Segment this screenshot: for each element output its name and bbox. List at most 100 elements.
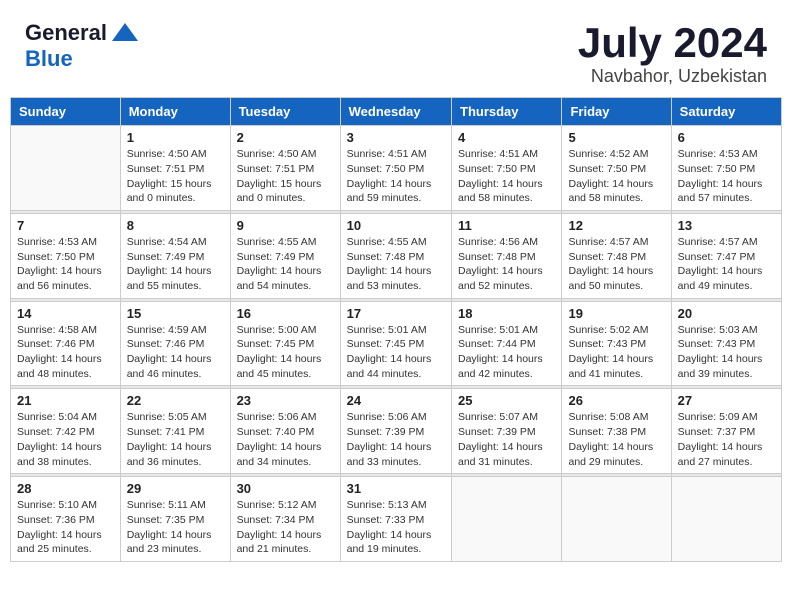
day-info: Sunrise: 5:08 AMSunset: 7:38 PMDaylight:… xyxy=(568,410,664,469)
calendar-week-row: 7 Sunrise: 4:53 AMSunset: 7:50 PMDaylight… xyxy=(11,213,782,298)
day-number: 17 xyxy=(347,306,445,321)
logo: General Blue xyxy=(25,20,140,72)
day-info: Sunrise: 4:53 AMSunset: 7:50 PMDaylight:… xyxy=(17,235,114,294)
weekday-header: Friday xyxy=(562,98,671,126)
day-info: Sunrise: 4:55 AMSunset: 7:48 PMDaylight:… xyxy=(347,235,445,294)
day-info: Sunrise: 5:05 AMSunset: 7:41 PMDaylight:… xyxy=(127,410,224,469)
day-number: 30 xyxy=(237,481,334,496)
day-number: 18 xyxy=(458,306,555,321)
calendar-cell: 7 Sunrise: 4:53 AMSunset: 7:50 PMDaylight… xyxy=(11,213,121,298)
calendar-cell: 4Sunrise: 4:51 AMSunset: 7:50 PMDaylight… xyxy=(452,126,562,211)
day-number: 14 xyxy=(17,306,114,321)
day-info: Sunrise: 4:51 AMSunset: 7:50 PMDaylight:… xyxy=(458,147,555,206)
calendar-cell: 22 Sunrise: 5:05 AMSunset: 7:41 PMDayligh… xyxy=(120,389,230,474)
day-number: 1 xyxy=(127,130,224,145)
calendar-week-row: 14 Sunrise: 4:58 AMSunset: 7:46 PMDayligh… xyxy=(11,301,782,386)
calendar-cell: 5 Sunrise: 4:52 AMSunset: 7:50 PMDaylight… xyxy=(562,126,671,211)
day-info: Sunrise: 5:11 AMSunset: 7:35 PMDaylight:… xyxy=(127,498,224,557)
calendar-week-row: 28 Sunrise: 5:10 AMSunset: 7:36 PMDayligh… xyxy=(11,477,782,562)
weekday-header: Tuesday xyxy=(230,98,340,126)
calendar-cell: 14 Sunrise: 4:58 AMSunset: 7:46 PMDayligh… xyxy=(11,301,121,386)
calendar-cell: 30 Sunrise: 5:12 AMSunset: 7:34 PMDayligh… xyxy=(230,477,340,562)
month-title: July 2024 xyxy=(578,20,767,66)
day-info: Sunrise: 5:01 AMSunset: 7:44 PMDaylight:… xyxy=(458,323,555,382)
day-number: 8 xyxy=(127,218,224,233)
calendar-week-row: 1 Sunrise: 4:50 AMSunset: 7:51 PMDaylight… xyxy=(11,126,782,211)
day-info: Sunrise: 4:50 AMSunset: 7:51 PMDaylight:… xyxy=(237,147,334,206)
day-number: 23 xyxy=(237,393,334,408)
calendar-cell: 9 Sunrise: 4:55 AMSunset: 7:49 PMDaylight… xyxy=(230,213,340,298)
day-info: Sunrise: 4:58 AMSunset: 7:46 PMDaylight:… xyxy=(17,323,114,382)
calendar-cell: 29Sunrise: 5:11 AMSunset: 7:35 PMDayligh… xyxy=(120,477,230,562)
day-number: 25 xyxy=(458,393,555,408)
day-info: Sunrise: 4:50 AMSunset: 7:51 PMDaylight:… xyxy=(127,147,224,206)
day-number: 9 xyxy=(237,218,334,233)
calendar-cell: 6 Sunrise: 4:53 AMSunset: 7:50 PMDaylight… xyxy=(671,126,781,211)
day-info: Sunrise: 5:10 AMSunset: 7:36 PMDaylight:… xyxy=(17,498,114,557)
day-number: 19 xyxy=(568,306,664,321)
day-info: Sunrise: 4:55 AMSunset: 7:49 PMDaylight:… xyxy=(237,235,334,294)
title-block: July 2024 Navbahor, Uzbekistan xyxy=(578,20,767,87)
day-number: 13 xyxy=(678,218,775,233)
calendar-week-row: 21 Sunrise: 5:04 AMSunset: 7:42 PMDayligh… xyxy=(11,389,782,474)
day-number: 15 xyxy=(127,306,224,321)
day-number: 22 xyxy=(127,393,224,408)
day-info: Sunrise: 4:54 AMSunset: 7:49 PMDaylight:… xyxy=(127,235,224,294)
day-number: 28 xyxy=(17,481,114,496)
day-number: 6 xyxy=(678,130,775,145)
day-info: Sunrise: 5:09 AMSunset: 7:37 PMDaylight:… xyxy=(678,410,775,469)
day-info: Sunrise: 4:51 AMSunset: 7:50 PMDaylight:… xyxy=(347,147,445,206)
day-info: Sunrise: 5:07 AMSunset: 7:39 PMDaylight:… xyxy=(458,410,555,469)
day-info: Sunrise: 5:06 AMSunset: 7:39 PMDaylight:… xyxy=(347,410,445,469)
calendar-header-row: SundayMondayTuesdayWednesdayThursdayFrid… xyxy=(11,98,782,126)
day-number: 21 xyxy=(17,393,114,408)
day-info: Sunrise: 4:59 AMSunset: 7:46 PMDaylight:… xyxy=(127,323,224,382)
weekday-header: Wednesday xyxy=(340,98,451,126)
calendar-cell xyxy=(11,126,121,211)
calendar-cell: 25 Sunrise: 5:07 AMSunset: 7:39 PMDayligh… xyxy=(452,389,562,474)
calendar-table: SundayMondayTuesdayWednesdayThursdayFrid… xyxy=(10,97,782,562)
day-info: Sunrise: 4:57 AMSunset: 7:48 PMDaylight:… xyxy=(568,235,664,294)
calendar-cell: 11Sunrise: 4:56 AMSunset: 7:48 PMDayligh… xyxy=(452,213,562,298)
calendar-cell: 2Sunrise: 4:50 AMSunset: 7:51 PMDaylight… xyxy=(230,126,340,211)
weekday-header: Sunday xyxy=(11,98,121,126)
day-number: 26 xyxy=(568,393,664,408)
day-info: Sunrise: 4:53 AMSunset: 7:50 PMDaylight:… xyxy=(678,147,775,206)
calendar-cell xyxy=(562,477,671,562)
calendar-cell: 24 Sunrise: 5:06 AMSunset: 7:39 PMDayligh… xyxy=(340,389,451,474)
calendar-cell: 19Sunrise: 5:02 AMSunset: 7:43 PMDayligh… xyxy=(562,301,671,386)
weekday-header: Thursday xyxy=(452,98,562,126)
calendar-cell: 8 Sunrise: 4:54 AMSunset: 7:49 PMDaylight… xyxy=(120,213,230,298)
day-info: Sunrise: 5:13 AMSunset: 7:33 PMDaylight:… xyxy=(347,498,445,557)
day-number: 12 xyxy=(568,218,664,233)
calendar-cell: 10Sunrise: 4:55 AMSunset: 7:48 PMDayligh… xyxy=(340,213,451,298)
day-info: Sunrise: 5:03 AMSunset: 7:43 PMDaylight:… xyxy=(678,323,775,382)
day-number: 5 xyxy=(568,130,664,145)
page-header: General Blue July 2024 Navbahor, Uzbekis… xyxy=(10,10,782,92)
calendar-cell: 15 Sunrise: 4:59 AMSunset: 7:46 PMDayligh… xyxy=(120,301,230,386)
day-info: Sunrise: 4:57 AMSunset: 7:47 PMDaylight:… xyxy=(678,235,775,294)
calendar-cell: 18 Sunrise: 5:01 AMSunset: 7:44 PMDayligh… xyxy=(452,301,562,386)
calendar-cell: 23Sunrise: 5:06 AMSunset: 7:40 PMDayligh… xyxy=(230,389,340,474)
day-info: Sunrise: 4:52 AMSunset: 7:50 PMDaylight:… xyxy=(568,147,664,206)
logo-blue-text: Blue xyxy=(25,46,73,71)
calendar-cell: 31Sunrise: 5:13 AMSunset: 7:33 PMDayligh… xyxy=(340,477,451,562)
calendar-cell: 17Sunrise: 5:01 AMSunset: 7:45 PMDayligh… xyxy=(340,301,451,386)
weekday-header: Saturday xyxy=(671,98,781,126)
day-number: 27 xyxy=(678,393,775,408)
day-number: 16 xyxy=(237,306,334,321)
calendar-cell: 28 Sunrise: 5:10 AMSunset: 7:36 PMDayligh… xyxy=(11,477,121,562)
calendar-cell: 20 Sunrise: 5:03 AMSunset: 7:43 PMDayligh… xyxy=(671,301,781,386)
calendar-cell: 3Sunrise: 4:51 AMSunset: 7:50 PMDaylight… xyxy=(340,126,451,211)
day-number: 7 xyxy=(17,218,114,233)
calendar-cell: 26 Sunrise: 5:08 AMSunset: 7:38 PMDayligh… xyxy=(562,389,671,474)
day-number: 20 xyxy=(678,306,775,321)
day-info: Sunrise: 5:12 AMSunset: 7:34 PMDaylight:… xyxy=(237,498,334,557)
logo-general-text: General xyxy=(25,20,107,46)
calendar-cell xyxy=(452,477,562,562)
day-number: 24 xyxy=(347,393,445,408)
logo-icon xyxy=(110,21,140,45)
calendar-cell: 21 Sunrise: 5:04 AMSunset: 7:42 PMDayligh… xyxy=(11,389,121,474)
day-info: Sunrise: 5:04 AMSunset: 7:42 PMDaylight:… xyxy=(17,410,114,469)
location-title: Navbahor, Uzbekistan xyxy=(578,66,767,87)
